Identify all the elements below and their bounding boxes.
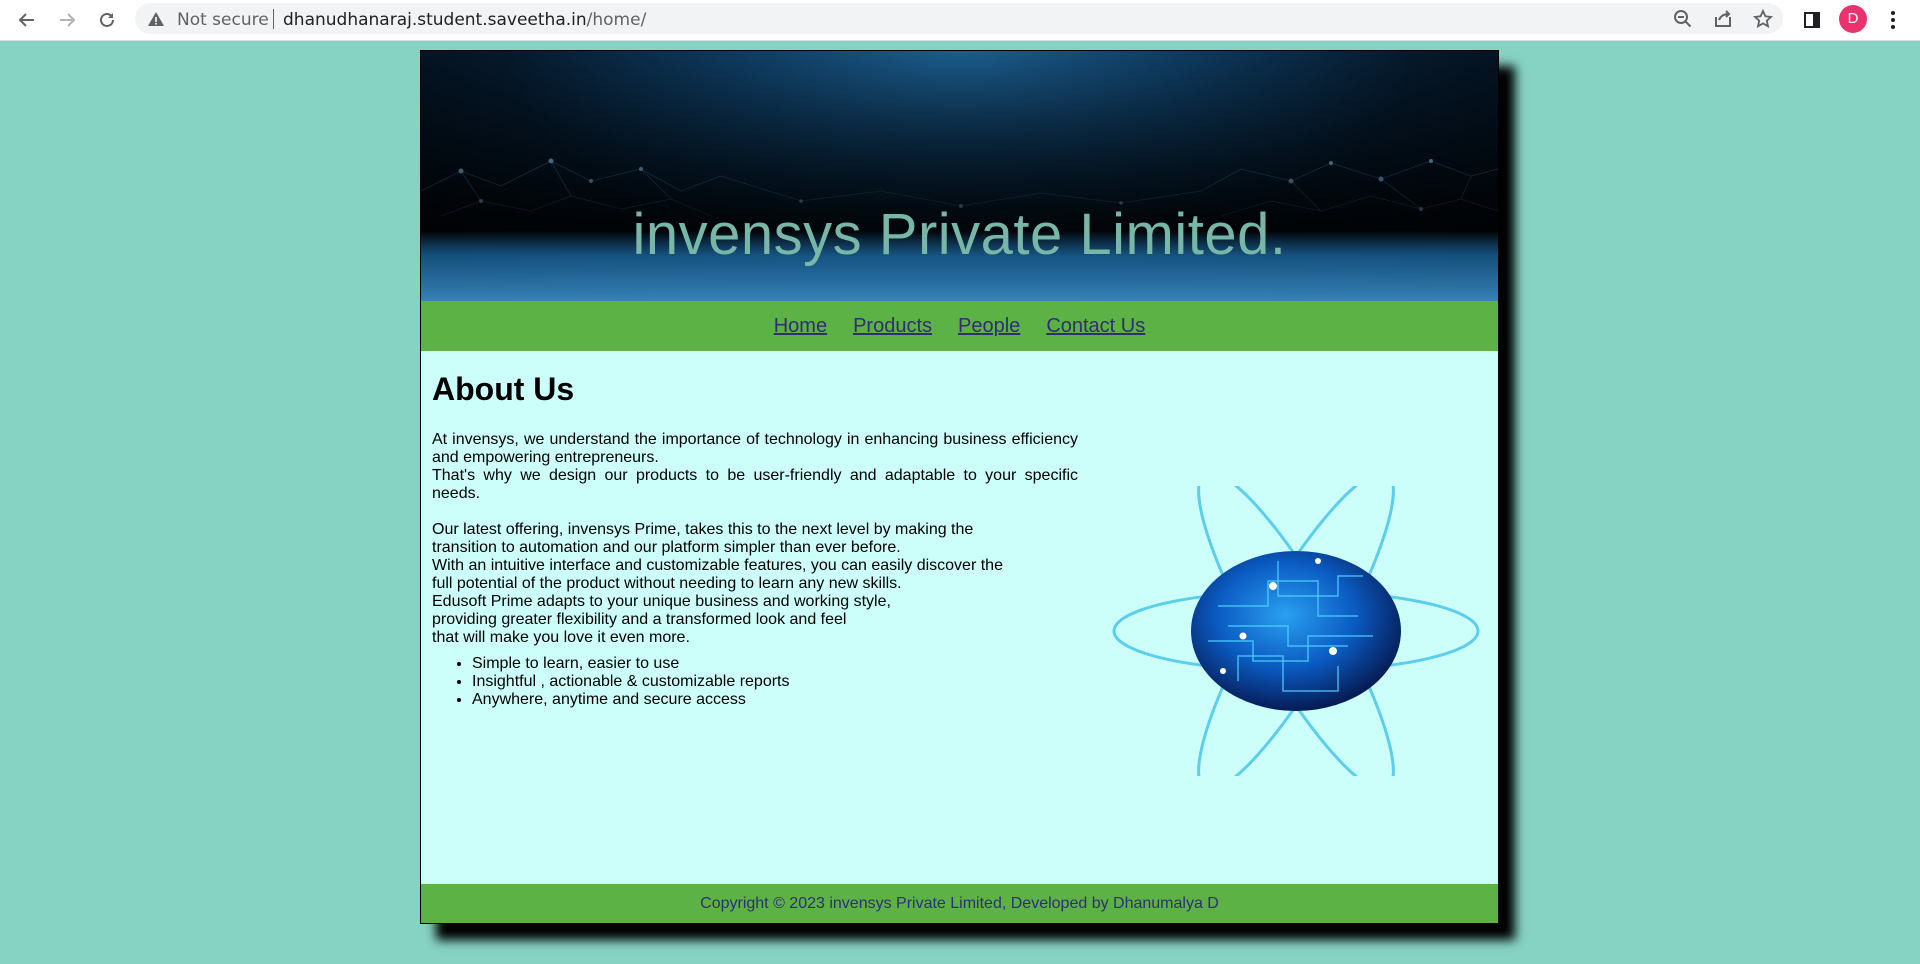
page-container: invensys Private Limited. Home Products … bbox=[420, 50, 1499, 924]
warning-icon[interactable] bbox=[147, 10, 165, 28]
about-text: At invensys, we understand the importanc… bbox=[432, 431, 1078, 709]
url-host: dhanudhanaraj.student.saveetha.in bbox=[283, 10, 587, 30]
reload-icon[interactable] bbox=[94, 7, 120, 33]
offering-line: transition to automation and our platfor… bbox=[432, 539, 901, 556]
intro-paragraph-1: At invensys, we understand the importanc… bbox=[432, 431, 1078, 466]
star-icon[interactable] bbox=[1753, 9, 1773, 29]
zoom-icon[interactable] bbox=[1673, 9, 1693, 29]
side-panel-icon[interactable] bbox=[1799, 7, 1825, 33]
offering-line: that will make you love it even more. bbox=[432, 629, 690, 646]
offering-line: full potential of the product without ne… bbox=[432, 575, 902, 592]
copyright-text: Copyright © 2023 invensys Private Limite… bbox=[700, 895, 1219, 912]
nav-people-link[interactable]: People bbox=[958, 315, 1020, 338]
divider bbox=[273, 9, 274, 29]
nav-products-link[interactable]: Products bbox=[853, 315, 932, 338]
offering-line: providing greater flexibility and a tran… bbox=[432, 611, 847, 628]
nav-home-link[interactable]: Home bbox=[774, 315, 827, 338]
list-item: Anywhere, anytime and secure access bbox=[472, 691, 1078, 709]
globe-image bbox=[1112, 486, 1480, 776]
forward-icon[interactable] bbox=[54, 7, 80, 33]
intro-paragraph-2: That's why we design our products to be … bbox=[432, 467, 1078, 502]
share-icon[interactable] bbox=[1713, 9, 1733, 29]
page-heading: About Us bbox=[432, 371, 575, 407]
header-banner: invensys Private Limited. bbox=[421, 51, 1498, 301]
browser-toolbar: Not secure dhanudhanaraj.student.saveeth… bbox=[0, 0, 1920, 41]
back-icon[interactable] bbox=[14, 7, 40, 33]
menu-icon[interactable] bbox=[1880, 7, 1906, 33]
security-label[interactable]: Not secure bbox=[177, 10, 269, 30]
site-title: invensys Private Limited. bbox=[632, 202, 1287, 267]
nav-contact-link[interactable]: Contact Us bbox=[1046, 315, 1145, 338]
footer: Copyright © 2023 invensys Private Limite… bbox=[421, 884, 1498, 923]
feature-list: Simple to learn, easier to use Insightfu… bbox=[432, 655, 1078, 709]
address-bar[interactable]: Not secure dhanudhanaraj.student.saveeth… bbox=[135, 3, 1783, 34]
offering-line: With an intuitive interface and customiz… bbox=[432, 557, 1003, 574]
url-path: /home/ bbox=[586, 10, 647, 30]
list-item: Simple to learn, easier to use bbox=[472, 655, 1078, 673]
avatar[interactable]: D bbox=[1839, 5, 1867, 33]
url-text[interactable]: dhanudhanaraj.student.saveetha.in/home/ bbox=[283, 10, 646, 30]
offering-line: Edusoft Prime adapts to your unique busi… bbox=[432, 593, 891, 610]
list-item: Insightful , actionable & customizable r… bbox=[472, 673, 1078, 691]
main-nav: Home Products People Contact Us bbox=[421, 301, 1498, 351]
offering-line: Our latest offering, invensys Prime, tak… bbox=[432, 521, 974, 538]
